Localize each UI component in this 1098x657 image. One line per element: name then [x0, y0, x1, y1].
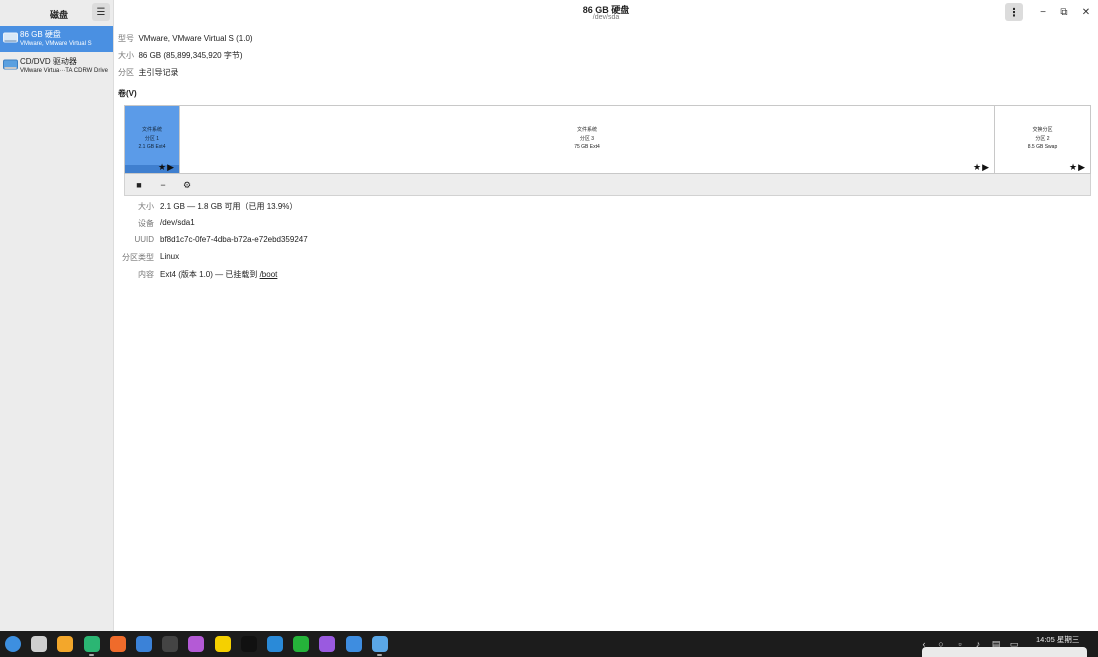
minimize-button[interactable]: − — [1036, 5, 1050, 19]
minimize-icon: − — [1040, 6, 1046, 18]
unmount-button[interactable]: ■ — [132, 178, 146, 192]
stop-icon: ■ — [136, 180, 142, 190]
kebab-menu-icon: ⋮ — [1008, 6, 1020, 19]
delete-partition-button[interactable]: − — [156, 178, 170, 192]
sidebar-header: 磁盘 ☰ — [0, 0, 113, 26]
mount-point-link[interactable]: /boot — [260, 270, 278, 279]
terminal-icon[interactable] — [162, 636, 179, 652]
window-subtitle: /dev/sda — [592, 14, 620, 21]
partition-kind: 交换分区 — [1032, 127, 1053, 133]
partition-text: 文件系统 分区 1 2.1 GB Ext4 — [125, 126, 179, 152]
hard-disk-icon — [3, 32, 18, 43]
device-name: CD/DVD 驱动器 — [20, 57, 77, 66]
user-icon[interactable] — [345, 636, 362, 652]
detail-uuid-value: bf8d1c7c-0fe7-4dba-b72a-e72ebd359247 — [160, 235, 308, 244]
detail-type-value: Linux — [160, 252, 180, 261]
running-indicator — [89, 654, 95, 656]
detail-device-label: 设备 — [138, 219, 154, 228]
partition-size: 2.1 GB Ext4 — [138, 144, 166, 150]
multitasking-icon[interactable] — [31, 636, 48, 652]
music-icon[interactable] — [319, 636, 336, 652]
sidebar: 磁盘 ☰ 86 GB 硬盘 VMware, VMware Virtual S C… — [0, 0, 114, 631]
wechat-icon[interactable] — [293, 636, 310, 652]
detail-contents-value: Ext4 (版本 1.0) — 已挂载到 /boot — [160, 269, 277, 280]
app-store-icon[interactable] — [83, 636, 100, 652]
partition-number: 分区 3 — [579, 135, 595, 142]
model-label: 型号 — [118, 34, 134, 43]
partition-settings-button[interactable]: ⚙ — [180, 178, 194, 192]
device-model: VMware, VMware Virtual S — [20, 41, 92, 47]
model-value: VMware, VMware Virtual S (1.0) — [138, 34, 253, 43]
close-icon: ✕ — [1081, 6, 1091, 18]
close-button[interactable]: ✕ — [1079, 5, 1093, 19]
model-row: 型号 VMware, VMware Virtual S (1.0) — [118, 33, 253, 44]
partition-block[interactable]: 文件系统 分区 1 2.1 GB Ext4 ★▶ — [125, 106, 180, 173]
detail-uuid-label: UUID — [134, 235, 154, 244]
partition-text: 文件系统 分区 3 75 GB Ext4 — [180, 126, 994, 152]
hamburger-menu-button[interactable]: ☰ — [92, 3, 110, 21]
browser-b-icon[interactable] — [214, 636, 231, 652]
volume-toolbar: ■ − ⚙ — [124, 174, 1091, 196]
optical-drive-icon — [3, 59, 18, 70]
volume-map: 文件系统 分区 1 2.1 GB Ext4 ★▶ 文件系统 分区 3 75 GB… — [124, 105, 1091, 174]
detail-device-value: /dev/sda1 — [160, 218, 195, 227]
launcher-icon[interactable] — [5, 636, 21, 652]
partitioning-label: 分区 — [118, 68, 134, 77]
partition-block[interactable]: 文件系统 分区 3 75 GB Ext4 ★▶ — [180, 106, 995, 173]
size-row: 大小 86 GB (85,899,345,920 字节) — [118, 50, 243, 61]
volumes-title: 卷(V) — [118, 89, 137, 98]
firefox-icon[interactable] — [109, 636, 126, 652]
gear-icon: ⚙ — [182, 179, 192, 190]
detail-contents-label: 内容 — [138, 270, 154, 279]
partitioning-row: 分区 主引导记录 — [118, 67, 178, 78]
detail-type-label: 分区类型 — [122, 253, 154, 262]
partitioning-value: 主引导记录 — [138, 68, 179, 77]
partition-block[interactable]: 交换分区 分区 2 8.5 GB Swap ★▶ — [995, 106, 1090, 173]
size-value: 86 GB (85,899,345,920 字节) — [138, 51, 243, 60]
maximize-button[interactable]: ⧉ — [1057, 5, 1071, 19]
partition-number: 分区 1 — [144, 135, 160, 142]
device-item-optical-drive[interactable]: CD/DVD 驱动器 VMware Virtua···TA CDRW Drive — [0, 53, 113, 79]
device-name: 86 GB 硬盘 — [20, 30, 61, 39]
partition-kind: 文件系统 — [576, 127, 597, 133]
drive-menu-button[interactable]: ⋮ — [1005, 3, 1023, 21]
sidebar-title: 磁盘 — [50, 10, 69, 20]
file-manager-icon[interactable] — [57, 636, 74, 652]
partition-text: 交换分区 分区 2 8.5 GB Swap — [995, 126, 1090, 152]
disks-icon[interactable] — [371, 636, 388, 652]
partition-flags-icon: ★▶ — [1069, 161, 1086, 172]
clock[interactable]: 14:05 星期三 — [1036, 634, 1079, 645]
kylin-icon[interactable] — [267, 636, 283, 652]
size-label: 大小 — [118, 51, 134, 60]
text-editor-icon[interactable] — [188, 636, 205, 652]
maximize-icon: ⧉ — [1060, 6, 1068, 18]
qq-icon[interactable] — [240, 636, 257, 652]
partition-size: 75 GB Ext4 — [574, 144, 600, 150]
partition-number: 分区 2 — [1035, 135, 1050, 142]
contents-text: Ext4 (版本 1.0) — 已挂载到 — [160, 270, 260, 279]
partition-size: 8.5 GB Swap — [1027, 144, 1058, 150]
running-indicator — [377, 654, 383, 656]
partition-flags-icon: ★▶ — [158, 161, 175, 172]
detail-size-label: 大小 — [138, 202, 154, 211]
minus-icon: − — [160, 180, 166, 190]
partition-flags-icon: ★▶ — [973, 161, 990, 172]
detail-size-value: 2.1 GB — 1.8 GB 可用（已用 13.9%） — [160, 202, 298, 211]
partition-kind: 文件系统 — [141, 127, 162, 133]
device-model: VMware Virtua···TA CDRW Drive — [20, 68, 109, 74]
tray-popup — [922, 647, 1087, 657]
hamburger-icon: ☰ — [96, 6, 106, 18]
device-item-hard-disk[interactable]: 86 GB 硬盘 VMware, VMware Virtual S — [0, 26, 113, 52]
chromium-icon[interactable] — [136, 636, 152, 652]
header-bar: 86 GB 硬盘 /dev/sda ⋮ − ⧉ ✕ — [114, 0, 1098, 26]
